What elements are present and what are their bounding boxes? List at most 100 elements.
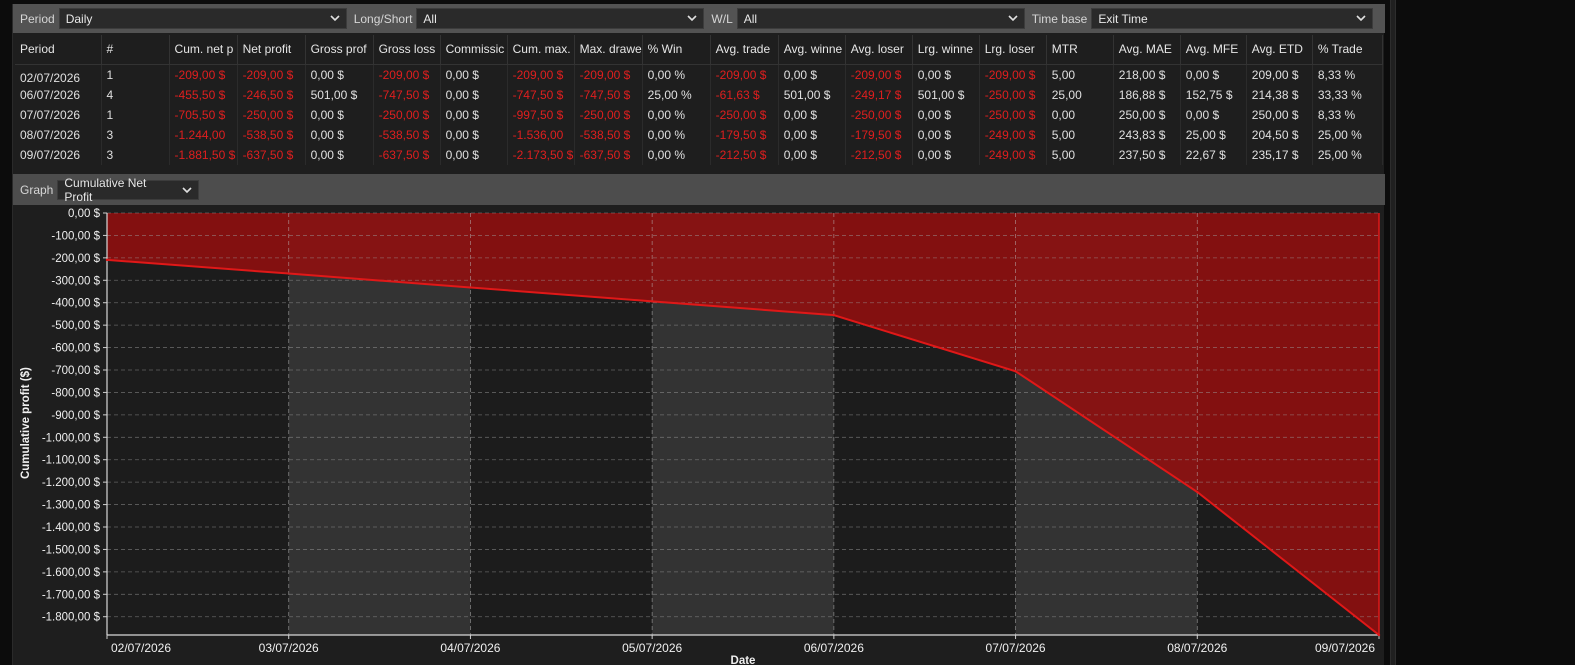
timebase-select[interactable]: Exit Time <box>1091 8 1374 29</box>
table-row[interactable]: 02/07/2026 1 -209,00 $ -209,00 $0,00 $ -209,… <box>15 64 1384 85</box>
stats-table: Period # Cum. net p Net profit Gross prof Gro… <box>15 35 1384 166</box>
table-cell: 25,00 % <box>1312 145 1384 166</box>
table-cell: -637,50 $ <box>574 145 643 166</box>
column-header[interactable]: % Trade <box>1312 35 1384 65</box>
table-cell: 02/07/2026 <box>15 64 102 85</box>
period-label: Period <box>20 11 55 26</box>
table-cell: 0,00 % <box>642 104 711 125</box>
table-cell: 07/07/2026 <box>15 104 102 125</box>
table-cell: 33,33 % <box>1312 84 1384 105</box>
column-header[interactable]: Avg. loser <box>845 35 913 65</box>
data-point <box>1196 490 1199 494</box>
y-tick-label: -800,00 $ <box>51 387 100 399</box>
table-cell: -1.244,00 <box>169 124 238 146</box>
wl-label: W/L <box>711 11 733 26</box>
table-cell: 09/07/2026 <box>15 145 102 166</box>
column-header[interactable]: Avg. trade <box>710 35 779 65</box>
column-header[interactable]: Max. drawe <box>574 35 643 65</box>
table-cell: -179,50 $ <box>845 124 913 146</box>
column-header[interactable]: Gross loss <box>373 35 441 65</box>
y-tick-label: -200,00 $ <box>51 253 100 265</box>
column-header[interactable]: # <box>101 35 170 65</box>
y-tick-label: -100,00 $ <box>51 230 100 242</box>
graph-type-select[interactable]: Cumulative Net Profit <box>57 176 200 204</box>
x-tick-label: 07/07/2026 <box>986 641 1046 655</box>
table-cell: 5,00 <box>1046 145 1114 166</box>
data-point <box>105 258 109 262</box>
column-header[interactable]: Avg. MAE <box>1113 35 1181 65</box>
table-cell: 243,83 $ <box>1113 124 1181 146</box>
table-cell: -250,00 $ <box>237 104 306 125</box>
graph-label: Graph <box>20 182 54 197</box>
table-cell: -747,50 $ <box>574 84 643 105</box>
table-cell: 0,00 $ <box>778 145 846 166</box>
table-row[interactable]: 06/07/2026 4 -455,50 $ -246,50 $501,00 $ -74… <box>15 84 1384 105</box>
y-tick-label: -1.800,00 $ <box>42 612 101 624</box>
table-cell: -209,00 $ <box>507 64 575 85</box>
column-header[interactable]: Avg. ETD <box>1246 35 1313 65</box>
table-header-row: Period # Cum. net p Net profit Gross prof Gro… <box>15 35 1384 65</box>
longshort-select[interactable]: All <box>416 8 705 29</box>
table-cell: 5,00 <box>1046 124 1114 146</box>
column-header[interactable]: Avg. MFE <box>1180 35 1247 65</box>
table-cell: -179,50 $ <box>710 124 779 146</box>
table-cell: -637,50 $ <box>373 145 441 166</box>
table-cell: 25,00 % <box>642 84 711 105</box>
table-cell: -455,50 $ <box>169 84 238 105</box>
cumulative-profit-chart: 0,00 $ -100,00 $ -200,00 $ -300,00 $ -400,00… <box>20 208 1381 665</box>
table-cell: 4 <box>101 84 170 105</box>
table-cell: 0,00 $ <box>440 84 508 105</box>
table-cell: -249,00 $ <box>979 124 1047 146</box>
x-tick-label: 02/07/2026 <box>111 641 171 655</box>
column-header[interactable]: Cum. net p <box>169 35 238 65</box>
table-cell: -209,00 $ <box>373 64 441 85</box>
table-cell: 0,00 $ <box>778 104 846 125</box>
column-header[interactable]: MTR <box>1046 35 1114 65</box>
column-header[interactable]: Cum. max. <box>507 35 575 65</box>
period-select-value: Daily <box>65 11 93 26</box>
table-cell: 0,00 $ <box>305 124 374 146</box>
column-header[interactable]: Lrg. winne <box>912 35 980 65</box>
table-cell: 0,00 $ <box>912 104 980 125</box>
panel-splitter[interactable] <box>1390 0 1396 665</box>
chevron-down-icon <box>330 15 340 22</box>
table-cell: -209,00 $ <box>574 64 643 85</box>
wl-select[interactable]: All <box>736 8 1025 29</box>
table-cell: -250,00 $ <box>979 84 1047 105</box>
column-header[interactable]: Gross prof <box>305 35 374 65</box>
table-cell: 25,00 $ <box>1180 124 1247 146</box>
table-cell: -209,00 $ <box>979 64 1047 85</box>
table-cell: -538,50 $ <box>574 124 643 146</box>
column-header[interactable]: % Win <box>642 35 711 65</box>
table-cell: -637,50 $ <box>237 145 306 166</box>
timebase-label: Time base <box>1031 11 1088 26</box>
period-select[interactable]: Daily <box>58 8 347 29</box>
table-cell: -249,00 $ <box>979 145 1047 166</box>
table-cell: -250,00 $ <box>373 104 441 125</box>
table-cell: 8,33 % <box>1312 64 1384 85</box>
data-point <box>469 286 472 289</box>
table-cell: 0,00 % <box>642 124 711 146</box>
table-cell: -212,50 $ <box>845 145 913 166</box>
table-cell: 218,00 $ <box>1113 64 1181 85</box>
column-header[interactable]: Period <box>15 35 102 65</box>
data-point <box>287 272 290 275</box>
column-header[interactable]: Lrg. loser <box>979 35 1047 65</box>
table-cell: -250,00 $ <box>845 104 913 125</box>
table-row[interactable]: 09/07/2026 3 -1.881,50 $ -637,50 $0,00 $ -63… <box>15 145 1384 166</box>
table-row[interactable]: 07/07/2026 1 -705,50 $ -250,00 $0,00 $ -250,… <box>15 104 1384 125</box>
table-row[interactable]: 08/07/2026 3 -1.244,00 -538,50 $0,00 $ -538,… <box>15 124 1384 146</box>
table-cell: 25,00 % <box>1312 124 1384 146</box>
table-cell: 1 <box>101 104 170 125</box>
table-cell: 8,33 % <box>1312 104 1384 125</box>
table-cell: -538,50 $ <box>237 124 306 146</box>
column-header[interactable]: Avg. winne <box>778 35 846 65</box>
table-cell: 0,00 $ <box>912 145 980 166</box>
table-cell: -538,50 $ <box>373 124 441 146</box>
column-header[interactable]: Net profit <box>237 35 306 65</box>
table-cell: 237,50 $ <box>1113 145 1181 166</box>
column-header[interactable]: Commissic <box>440 35 508 65</box>
table-cell: 0,00 $ <box>912 124 980 146</box>
table-cell: 0,00 $ <box>305 64 374 85</box>
table-cell: 0,00 <box>1046 104 1114 125</box>
